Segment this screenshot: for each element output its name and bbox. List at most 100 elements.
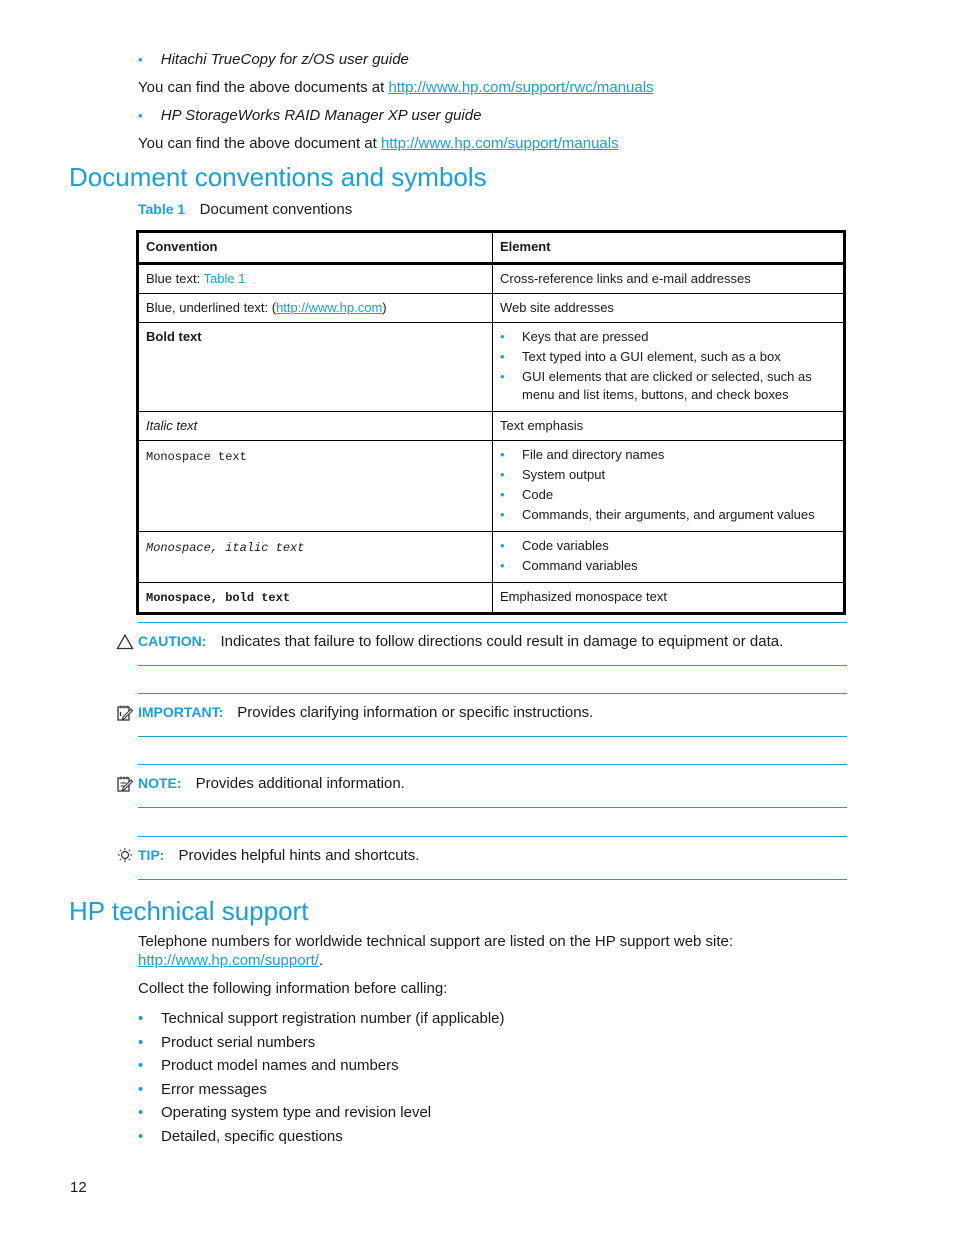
item-text: File and directory names xyxy=(522,447,665,462)
important-note-icon xyxy=(117,705,134,721)
item-text: Detailed, specific questions xyxy=(161,1127,343,1145)
notice-label: TIP: xyxy=(138,847,165,863)
collect-info-text: Collect the following information before… xyxy=(138,980,448,997)
list-item: • Commands, their arguments, and argument… xyxy=(500,506,836,524)
list-item: • Operating system type and revision leve… xyxy=(138,1101,505,1125)
column-header: Element xyxy=(492,231,845,265)
list-item: • Command variables xyxy=(500,557,836,575)
table-caption-text: Document conventions xyxy=(199,201,353,218)
convention-cell: Monospace, italic text xyxy=(137,531,493,583)
list-item: • Text typed into a GUI element, such as … xyxy=(500,348,836,366)
list-item: • Keys that are pressed xyxy=(500,328,836,346)
location-text: You can find the above documents at xyxy=(138,79,389,96)
table-caption: Table 1 Document conventions xyxy=(138,201,352,219)
item-text: Commands, their arguments, and argument … xyxy=(522,507,815,522)
table-caption-label: Table 1 xyxy=(138,201,186,217)
table-row: Italic text Text emphasis xyxy=(137,411,845,441)
bullet-icon: • xyxy=(138,1057,144,1074)
support-link-line: http://www.hp.com/support/. xyxy=(138,951,323,971)
bullet-icon: • xyxy=(138,52,143,67)
list-item: • Technical support registration number (… xyxy=(138,1007,505,1031)
item-text: Error messages xyxy=(161,1080,267,1098)
list-item: • Product model names and numbers xyxy=(138,1054,505,1078)
support-intro: Telephone numbers for worldwide technica… xyxy=(138,933,734,950)
docs-location-line: You can find the above documents at http… xyxy=(138,78,654,98)
bullet-icon: • xyxy=(138,1080,144,1098)
bullet-icon: • xyxy=(500,349,505,364)
item-text: Technical support registration number (i… xyxy=(161,1010,505,1027)
notice-label: NOTE: xyxy=(138,775,182,791)
item-text: Operating system type and revision level xyxy=(161,1104,432,1121)
element-cell: Emphasized monospace text xyxy=(492,582,845,614)
convention-cell: Italic text xyxy=(137,411,493,441)
link-suffix: . xyxy=(318,952,324,969)
cell-text: Blue text: xyxy=(146,271,204,286)
list-item: • Code variables xyxy=(500,537,836,555)
notice-text: Provides helpful hints and shortcuts. xyxy=(178,847,420,864)
bullet-icon: • xyxy=(500,467,505,482)
notice-text: Indicates that failure to follow directi… xyxy=(220,633,784,650)
list-item: • Detailed, specific questions xyxy=(138,1125,505,1149)
convention-cell: Blue, underlined text: (http://www.hp.co… xyxy=(137,293,493,323)
item-text: Code xyxy=(522,487,554,502)
bullet-icon: • xyxy=(500,447,505,462)
convention-cell: Bold text xyxy=(137,322,493,412)
conventions-table: Convention Element Blue text: Table 1 Cr… xyxy=(136,230,846,615)
hp-support-link[interactable]: http://www.hp.com/support/ xyxy=(138,952,319,969)
section-heading-conventions: Document conventions and symbols xyxy=(69,162,487,192)
list-item: • Product serial numbers xyxy=(138,1031,505,1055)
bullet-icon: • xyxy=(500,329,505,344)
element-cell: Text emphasis xyxy=(492,411,845,441)
item-text: GUI elements that are clicked or selecte… xyxy=(522,369,812,402)
doc-bullet-item: • Hitachi TrueCopy for z/OS user guide xyxy=(138,50,409,70)
cell-text: ) xyxy=(382,300,387,315)
caution-notice: CAUTION: Indicates that failure to follow… xyxy=(116,622,847,666)
bullet-icon: • xyxy=(138,1127,144,1145)
list-item: • Code xyxy=(500,486,836,504)
element-cell: Cross-reference links and e-mail address… xyxy=(492,263,845,294)
tip-notice: TIP: Provides helpful hints and shortcuts… xyxy=(118,836,847,880)
column-header: Convention xyxy=(137,231,493,265)
bullet-icon: • xyxy=(500,487,505,502)
element-cell: • Code variables • Command variables xyxy=(492,531,845,583)
item-text: System output xyxy=(522,467,606,482)
table-row: Blue, underlined text: (http://www.hp.co… xyxy=(137,293,845,323)
rwc-manuals-link[interactable]: http://www.hp.com/support/rwc/manuals xyxy=(388,79,653,96)
tip-lightbulb-icon xyxy=(118,848,132,862)
item-text: Code variables xyxy=(522,538,609,553)
notice-text: Provides clarifying information or speci… xyxy=(237,704,594,721)
table-row: Blue text: Table 1 Cross-reference links… xyxy=(137,263,845,294)
table-row: Monospace, bold text Emphasized monospac… xyxy=(137,582,845,614)
section-heading-support: HP technical support xyxy=(69,896,309,926)
element-cell: • File and directory names • System output… xyxy=(492,440,845,532)
list-item: • File and directory names xyxy=(500,446,836,464)
doc-bullet-item: • HP StorageWorks RAID Manager XP user g… xyxy=(138,106,481,126)
caution-triangle-icon xyxy=(116,633,134,650)
important-notice: IMPORTANT: Provides clarifying informatio… xyxy=(117,693,847,737)
bullet-icon: • xyxy=(500,507,505,522)
bullet-icon: • xyxy=(500,369,505,384)
note-icon xyxy=(117,776,134,792)
hp-com-link[interactable]: http://www.hp.com xyxy=(276,300,382,315)
support-info-list: • Technical support registration number (… xyxy=(138,1007,505,1148)
notice-label: CAUTION: xyxy=(138,633,207,649)
item-text: Text typed into a GUI element, such as a… xyxy=(522,349,781,364)
list-item: • GUI elements that are clicked or select… xyxy=(500,368,836,404)
table-row: Monospace text • File and directory names… xyxy=(137,440,845,532)
notice-label: IMPORTANT: xyxy=(138,704,224,720)
table-row: Bold text • Keys that are pressed • Text t… xyxy=(137,322,845,412)
table-1-xref-link[interactable]: Table 1 xyxy=(204,271,246,286)
item-text: Keys that are pressed xyxy=(522,329,649,344)
location-text: You can find the above document at xyxy=(138,135,381,152)
doc-title: HP StorageWorks RAID Manager XP user gui… xyxy=(160,107,482,124)
bullet-icon: • xyxy=(138,108,143,123)
cell-text: Blue, underlined text: ( xyxy=(146,300,277,315)
bullet-icon: • xyxy=(500,558,505,573)
table-header-row: Convention Element xyxy=(137,231,845,265)
list-item: • Error messages xyxy=(138,1078,505,1102)
notice-text: Provides additional information. xyxy=(195,775,405,792)
element-cell: Web site addresses xyxy=(492,293,845,323)
convention-cell: Blue text: Table 1 xyxy=(137,263,493,294)
manuals-link[interactable]: http://www.hp.com/support/manuals xyxy=(381,135,619,152)
note-notice: NOTE: Provides additional information. xyxy=(117,764,847,808)
